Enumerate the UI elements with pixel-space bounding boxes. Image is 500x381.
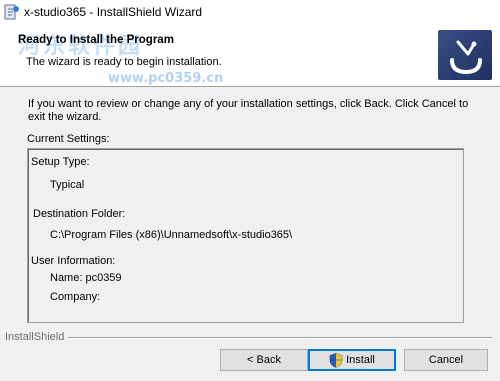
intro-text: If you want to review or change any of y… (28, 98, 469, 123)
installshield-brand-label: InstallShield (5, 331, 65, 343)
watermark-url: www.pc0359.cn (108, 71, 224, 86)
title-bar: x-studio365 - InstallShield Wizard (0, 0, 500, 24)
installshield-logo-icon (438, 30, 492, 80)
setup-type-value: Typical (50, 179, 85, 191)
install-button[interactable]: Install (308, 349, 396, 371)
footer-divider (68, 337, 492, 339)
setup-type-label: Setup Type: (31, 156, 90, 168)
user-information-label: User Information: (31, 255, 116, 267)
uac-shield-icon (329, 352, 343, 368)
user-name-value: Name: pc0359 (50, 272, 122, 284)
page-subtitle: The wizard is ready to begin installatio… (26, 56, 222, 68)
settings-summary-box[interactable]: Setup Type: Typical Destination Folder: … (27, 148, 464, 323)
install-button-label: Install (346, 354, 375, 366)
destination-folder-label: Destination Folder: (33, 208, 126, 220)
page-title: Ready to Install the Program (18, 34, 174, 46)
company-value: Company: (50, 291, 101, 303)
wizard-header: 河东软件园 Ready to Install the Program The w… (0, 24, 500, 87)
window-title: x-studio365 - InstallShield Wizard (24, 5, 203, 19)
back-button[interactable]: < Back (220, 349, 308, 371)
current-settings-label: Current Settings: (27, 133, 110, 145)
destination-folder-value: C:\Program Files (x86)\Unnamedsoft\x-stu… (50, 229, 293, 241)
installer-app-icon (4, 3, 20, 21)
cancel-button[interactable]: Cancel (404, 349, 488, 371)
